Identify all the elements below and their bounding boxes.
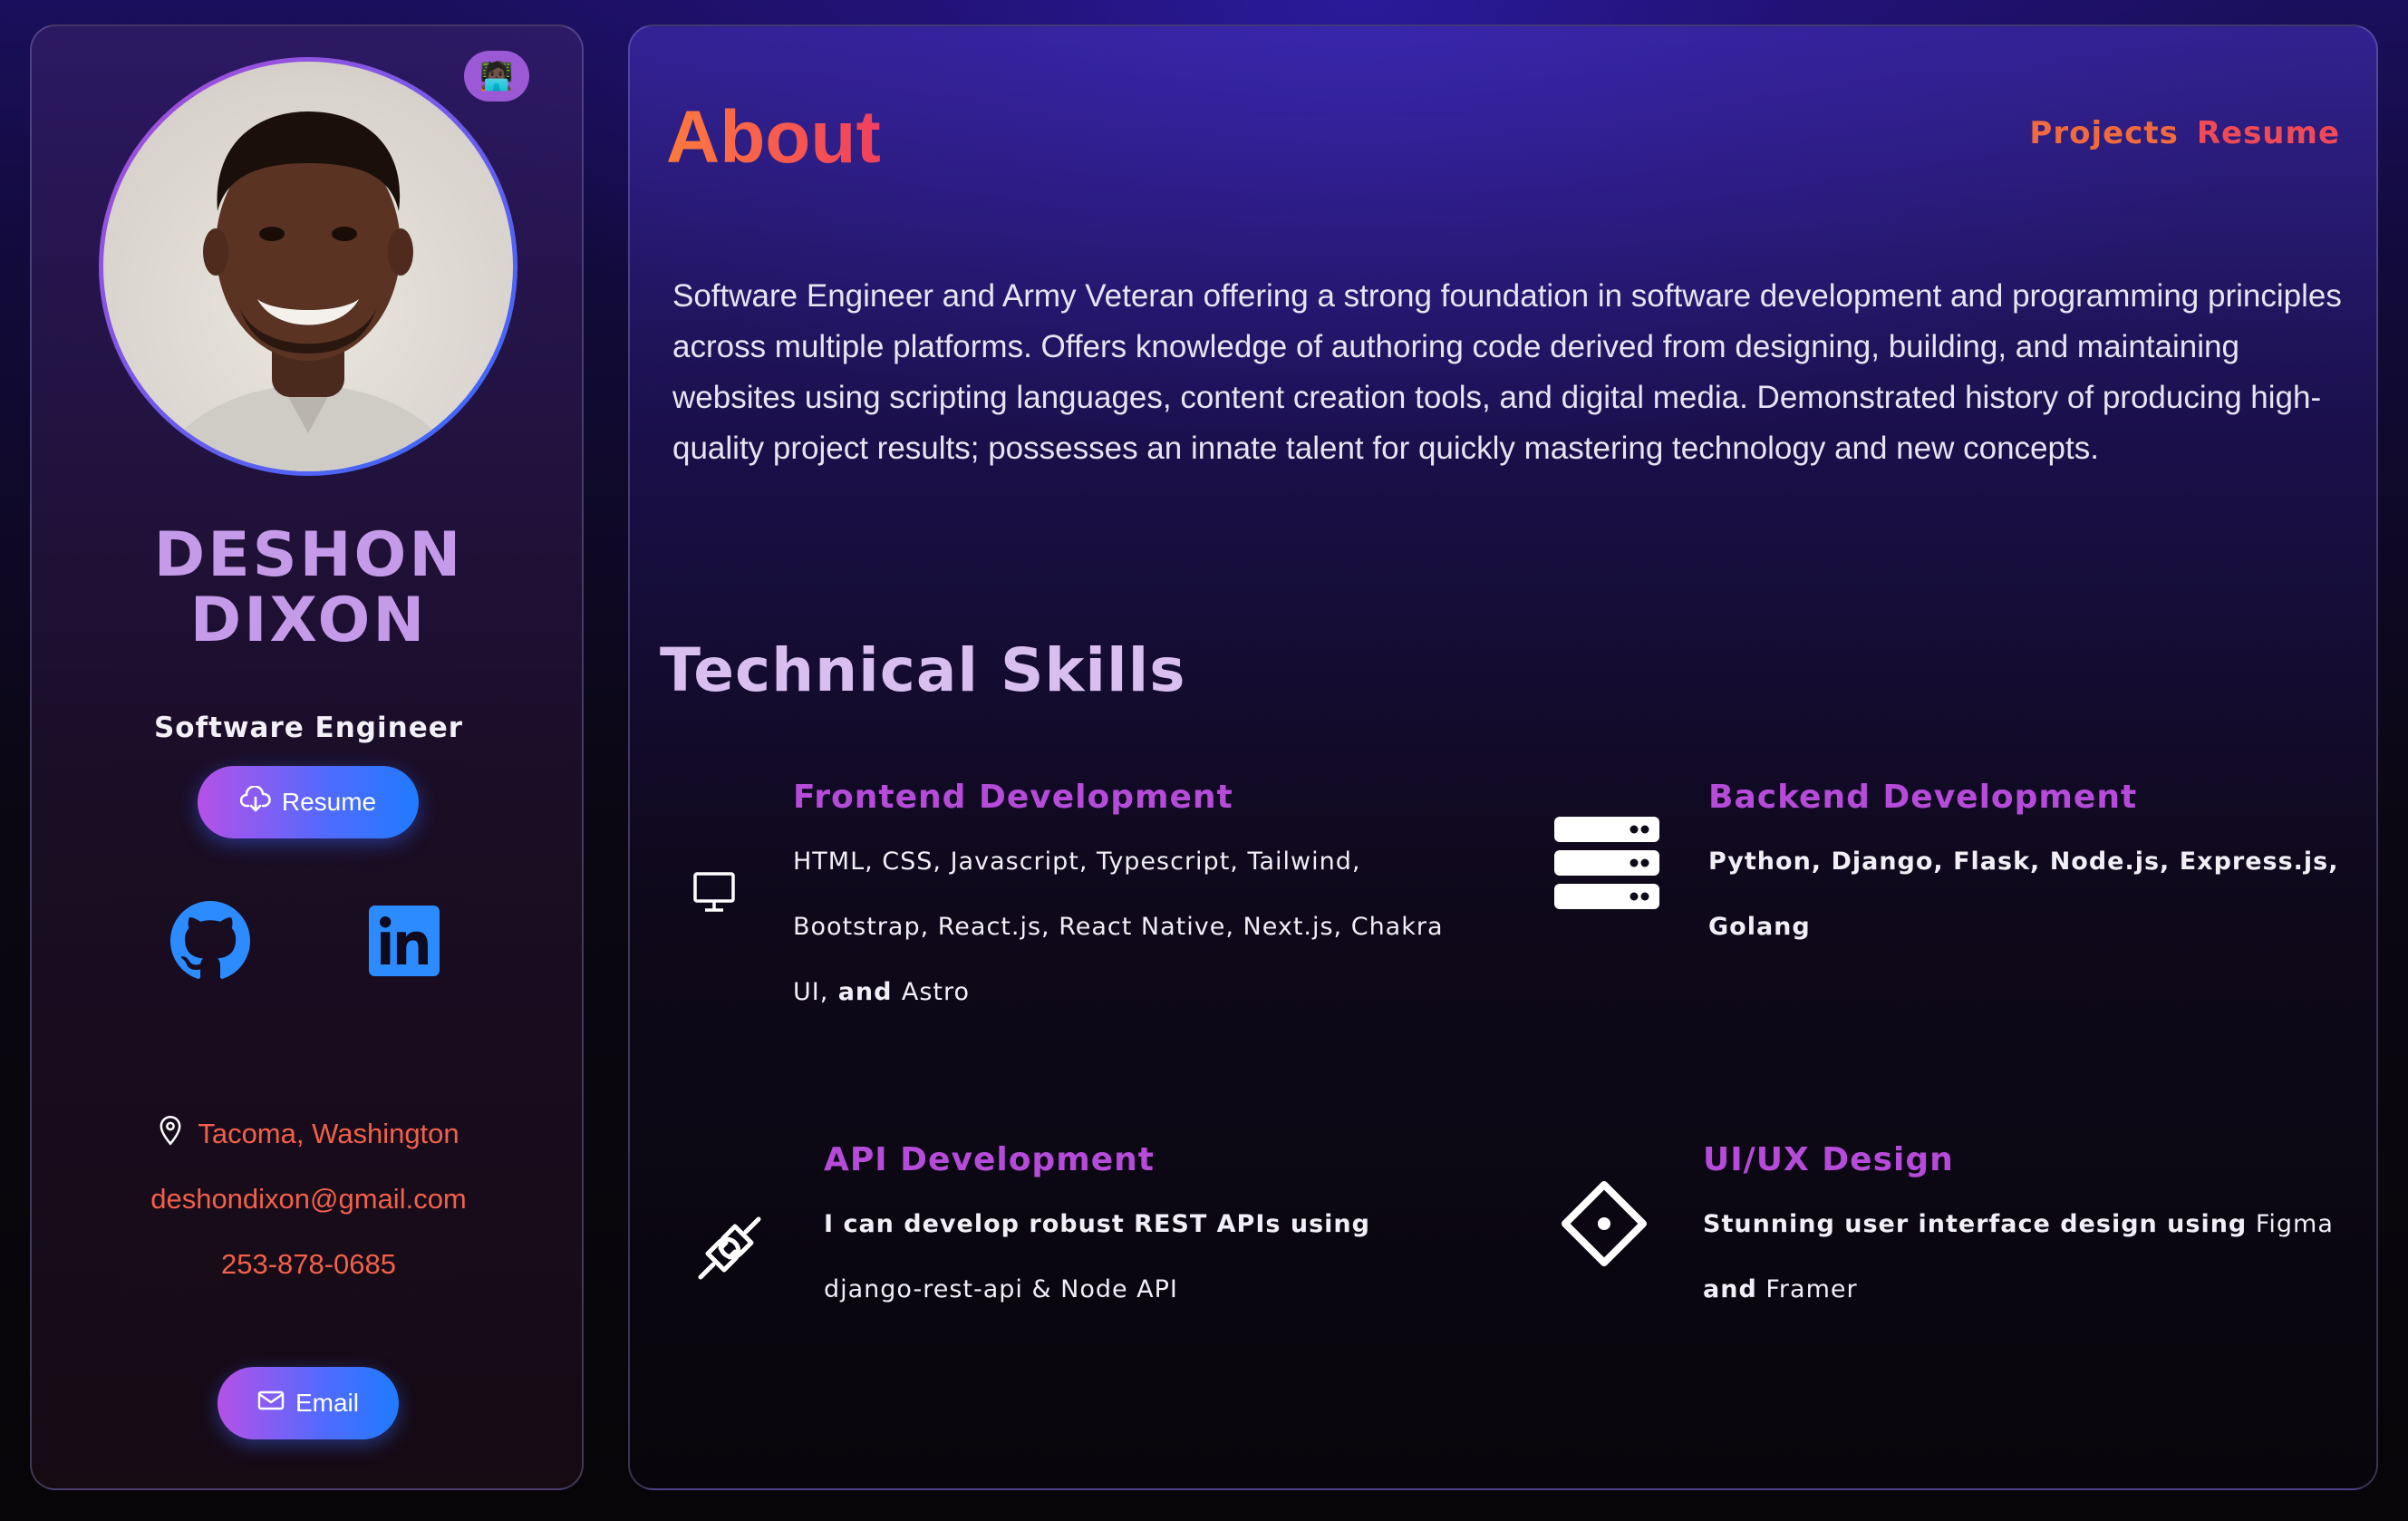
map-pin-icon — [158, 1115, 183, 1153]
uiux-title: UI/UX Design — [1703, 1141, 1954, 1178]
resume-button-label: Resume — [281, 788, 377, 816]
location-text: Tacoma, Washington — [198, 1118, 459, 1149]
main-panel: About Projects Resume Software Engineer … — [628, 24, 2378, 1490]
api-text: I can develop robust REST APIs using dja… — [824, 1192, 1476, 1322]
name-first: DESHON — [153, 519, 464, 591]
api-text-a: I can develop robust REST APIs using — [824, 1210, 1370, 1238]
email-address[interactable]: deshondixon@gmail.com — [32, 1183, 585, 1216]
phone-number[interactable]: 253-878-0685 — [32, 1248, 585, 1281]
frontend-text-c: Astro — [901, 978, 971, 1006]
uiux-text-b: Figma — [2247, 1210, 2334, 1238]
profile-name: DESHON DIXON — [32, 523, 585, 654]
github-link[interactable] — [170, 901, 250, 984]
api-title: API Development — [824, 1141, 1155, 1178]
frontend-text: HTML, CSS, Javascript, Typescript, Tailw… — [793, 829, 1482, 1025]
location: Tacoma, Washington — [32, 1115, 585, 1153]
design-icon — [1560, 1179, 1649, 1268]
cloud-download-icon — [239, 784, 271, 819]
backend-text-value: Python, Django, Flask, Node.js, Express.… — [1708, 848, 2339, 941]
coder-emoji: 🧑🏿‍💻 — [479, 60, 514, 92]
skills-title: Technical Skills — [660, 635, 1186, 705]
api-text-b: django-rest-api & Node API — [824, 1275, 1178, 1303]
nav-projects[interactable]: Projects — [2029, 115, 2178, 151]
about-paragraph: Software Engineer and Army Veteran offer… — [672, 278, 2342, 466]
frontend-title: Frontend Development — [793, 779, 1233, 816]
github-icon — [170, 901, 250, 984]
uiux-text: Stunning user interface design using Fig… — [1703, 1192, 2337, 1322]
coder-emoji-badge: 🧑🏿‍💻 — [464, 51, 529, 102]
profile-sidebar: 🧑🏿‍💻 DESHON DIXON Software Engineer Resu… — [30, 24, 584, 1490]
frontend-text-b: and — [828, 978, 902, 1006]
uiux-text-a: Stunning user interface design using — [1703, 1210, 2248, 1238]
name-last: DIXON — [189, 585, 428, 656]
uiux-text-d: Framer — [1756, 1275, 1858, 1303]
email-button[interactable]: Email — [218, 1367, 399, 1439]
profile-photo — [103, 62, 513, 471]
plug-icon — [695, 1214, 764, 1283]
server-icon — [1554, 817, 1659, 911]
top-nav: Projects Resume — [2029, 115, 2340, 151]
linkedin-link[interactable] — [364, 903, 444, 983]
linkedin-icon — [369, 906, 440, 980]
mail-icon — [257, 1389, 285, 1418]
monitor-icon — [691, 869, 737, 915]
resume-button[interactable]: Resume — [198, 766, 419, 838]
profile-role: Software Engineer — [153, 712, 464, 744]
backend-text: Python, Django, Flask, Node.js, Express.… — [1708, 829, 2343, 960]
backend-title: Backend Development — [1708, 779, 2138, 816]
uiux-text-c: and — [1703, 1275, 1757, 1303]
nav-resume[interactable]: Resume — [2197, 115, 2340, 151]
page-title: About — [666, 96, 881, 179]
avatar — [99, 57, 517, 476]
email-button-label: Email — [295, 1389, 359, 1417]
